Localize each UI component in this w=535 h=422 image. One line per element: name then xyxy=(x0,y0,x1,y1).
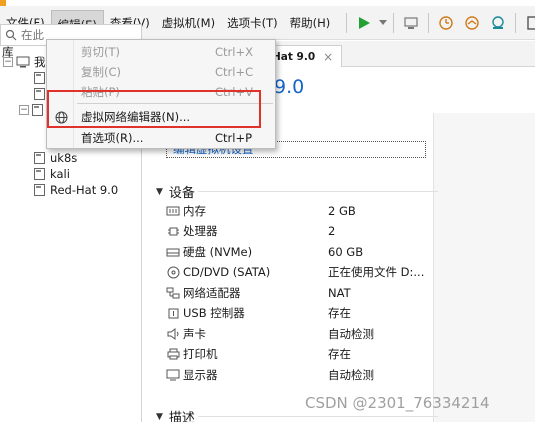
device-row-hard-disk[interactable]: 硬盘 (NVMe) 60 GB xyxy=(166,242,426,262)
processor-icon xyxy=(166,224,180,238)
vm-icon xyxy=(34,88,45,100)
tree-item-label: 我 xyxy=(34,55,46,69)
snapshot-manager-icon[interactable] xyxy=(485,10,511,36)
menu-item-copy[interactable]: 复制(C) Ctrl+C xyxy=(47,62,275,82)
description-section-header[interactable]: ▼ 描述 xyxy=(156,407,438,422)
power-dropdown-icon[interactable] xyxy=(377,10,389,36)
send-ctrl-alt-del-icon[interactable] xyxy=(398,10,424,36)
device-row-usb-controller[interactable]: USB 控制器 存在 xyxy=(166,303,426,323)
close-tab-icon[interactable]: × xyxy=(323,50,333,64)
device-row-display[interactable]: 显示器 自动检测 xyxy=(166,365,426,385)
section-divider xyxy=(198,416,438,417)
device-row-memory[interactable]: 内存 2 GB xyxy=(166,201,426,221)
device-name: 内存 xyxy=(183,204,206,218)
hard-disk-icon xyxy=(166,245,180,259)
tree-item-label: uk8s xyxy=(50,151,78,165)
vm-icon xyxy=(34,72,45,84)
device-value: 自动检测 xyxy=(328,327,374,341)
device-value: 60 GB xyxy=(328,245,364,259)
search-icon xyxy=(5,29,17,41)
tab-red-hat[interactable]: Hat 9.0 × xyxy=(271,45,343,67)
menu-tabs[interactable]: 选项卡(T) xyxy=(221,6,284,40)
devices-section-header[interactable]: ▼ 设备 xyxy=(156,182,438,201)
device-name: USB 控制器 xyxy=(183,306,245,320)
revert-snapshot-icon[interactable] xyxy=(459,10,485,36)
computer-icon xyxy=(16,56,30,68)
device-value: 自动检测 xyxy=(328,368,374,382)
description-header-label: 描述 xyxy=(168,411,195,422)
watermark: CSDN @2301_76334214 xyxy=(305,394,490,412)
memory-icon xyxy=(166,204,180,218)
tab-label: Hat 9.0 xyxy=(272,50,316,63)
tree-item-red-hat[interactable]: Red-Hat 9.0 xyxy=(0,182,142,198)
toolbar-separator xyxy=(515,12,517,33)
device-name: 打印机 xyxy=(183,347,218,361)
device-row-sound-card[interactable]: 声卡 自动检测 xyxy=(166,324,426,344)
device-value: NAT xyxy=(328,286,351,300)
power-on-icon[interactable] xyxy=(351,10,377,36)
usb-icon xyxy=(166,306,180,320)
toolbar-separator xyxy=(428,12,430,33)
vm-preview-pane xyxy=(433,113,535,422)
vm-title: 9.0 xyxy=(274,76,305,98)
menu-vm[interactable]: 虚拟机(M) xyxy=(156,6,221,40)
tree-item-label: kali xyxy=(50,167,70,181)
device-value: 存在 xyxy=(328,347,351,361)
printer-icon xyxy=(166,347,180,361)
device-row-processor[interactable]: 处理器 2 xyxy=(166,221,426,241)
device-name: 处理器 xyxy=(183,224,218,238)
vm-icon xyxy=(34,184,45,196)
highlight-annotation-box xyxy=(47,90,261,128)
menu-item-label: 复制(C) xyxy=(81,65,122,79)
menu-item-shortcut: Ctrl+P xyxy=(215,131,253,145)
collapse-triangle-icon[interactable]: ▼ xyxy=(156,187,163,197)
device-row-printer[interactable]: 打印机 存在 xyxy=(166,344,426,364)
vm-icon xyxy=(34,168,45,180)
device-row-network-adapter[interactable]: 网络适配器 NAT xyxy=(166,283,426,303)
device-value: 存在 xyxy=(328,306,351,320)
menu-item-shortcut: Ctrl+C xyxy=(215,65,254,79)
network-adapter-icon xyxy=(166,286,180,300)
cd-dvd-icon xyxy=(166,265,180,279)
device-value: 2 xyxy=(328,224,336,238)
device-name: 声卡 xyxy=(183,327,206,341)
tree-item-kali[interactable]: kali xyxy=(0,166,142,182)
search-placeholder: 在此 xyxy=(21,28,44,42)
menu-item-shortcut: Ctrl+X xyxy=(215,45,253,59)
device-row-cd-dvd[interactable]: CD/DVD (SATA) 正在使用文件 D:... xyxy=(166,262,426,282)
toolbar xyxy=(342,6,535,40)
device-value: 正在使用文件 D:... xyxy=(328,265,425,279)
speaker-icon xyxy=(166,327,180,341)
folder-icon xyxy=(32,104,43,116)
device-name: 显示器 xyxy=(183,368,218,382)
menu-help[interactable]: 帮助(H) xyxy=(284,6,337,40)
menu-item-preferences[interactable]: 首选项(R)... Ctrl+P xyxy=(47,128,275,148)
device-name: 硬盘 (NVMe) xyxy=(183,245,253,259)
menu-item-label: 剪切(T) xyxy=(81,45,120,59)
collapse-triangle-icon[interactable]: ▼ xyxy=(156,412,163,422)
collapse-icon[interactable]: − xyxy=(19,105,29,115)
device-name: 网络适配器 xyxy=(183,286,241,300)
toolbar-separator xyxy=(393,12,395,33)
collapse-icon[interactable]: − xyxy=(3,57,13,67)
menu-item-cut[interactable]: 剪切(T) Ctrl+X xyxy=(47,42,275,62)
section-divider xyxy=(198,191,438,192)
display-icon xyxy=(166,368,180,382)
tree-item-uk8s[interactable]: uk8s xyxy=(0,150,142,166)
menu-item-label: 首选项(R)... xyxy=(81,131,144,145)
snapshot-icon[interactable] xyxy=(433,10,459,36)
view-icon[interactable] xyxy=(520,10,535,36)
devices-header-label: 设备 xyxy=(168,186,195,201)
tree-item-label: Red-Hat 9.0 xyxy=(50,183,119,197)
device-name: CD/DVD (SATA) xyxy=(183,265,271,279)
vm-icon xyxy=(34,152,45,164)
device-value: 2 GB xyxy=(328,204,356,218)
toolbar-separator xyxy=(346,12,348,33)
